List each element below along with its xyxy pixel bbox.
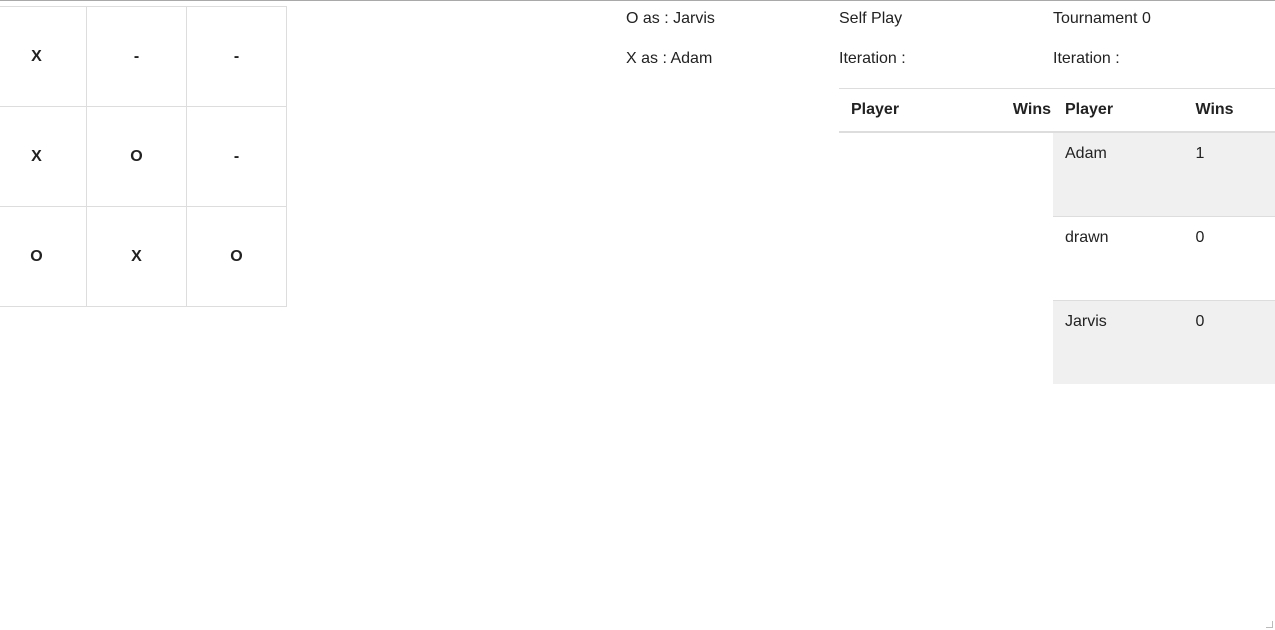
- board-cell[interactable]: O: [86, 106, 187, 207]
- self-play-title: Self Play: [839, 10, 903, 27]
- page: X - - X O - O X O O as : Jarvis X as : A…: [0, 0, 1275, 630]
- table-header-row: Player Wins: [1053, 88, 1275, 133]
- board-cell[interactable]: -: [186, 106, 287, 207]
- wins-cell: 1: [1147, 132, 1275, 216]
- board-cell[interactable]: O: [186, 206, 287, 307]
- table-row: drawn 0: [1053, 215, 1275, 300]
- board-row: X - -: [0, 6, 287, 107]
- self-play-iteration-label: Iteration :: [839, 50, 906, 67]
- tournament-title: Tournament 0: [1053, 10, 1151, 27]
- board-cell[interactable]: -: [86, 6, 187, 107]
- board-row: X O -: [0, 106, 287, 207]
- player-cell: Jarvis: [1053, 299, 1148, 384]
- wins-cell: 0: [1147, 299, 1275, 384]
- o-player-label: O as : Jarvis: [626, 10, 715, 27]
- board-cell[interactable]: X: [86, 206, 187, 307]
- table-row: Jarvis 0: [1053, 299, 1275, 384]
- board-cell[interactable]: O: [0, 206, 87, 307]
- board-cell[interactable]: X: [0, 106, 87, 207]
- wins-column-header: Wins: [967, 88, 1053, 133]
- resize-grip-icon[interactable]: [1266, 621, 1273, 628]
- player-column-header: Player: [1053, 88, 1148, 133]
- player-cell: drawn: [1053, 215, 1148, 300]
- board-cell[interactable]: X: [0, 6, 87, 107]
- wins-column-header: Wins: [1147, 88, 1275, 133]
- table-row: Adam 1: [1053, 132, 1275, 216]
- tournament-table: Player Wins Adam 1 drawn 0 Jarvis 0: [1053, 88, 1275, 384]
- player-column-header: Player: [839, 88, 968, 133]
- tournament-iteration-label: Iteration :: [1053, 50, 1120, 67]
- board-row: O X O: [0, 206, 287, 307]
- wins-cell: 0: [1147, 215, 1275, 300]
- board-cell[interactable]: -: [186, 6, 287, 107]
- player-cell: Adam: [1053, 132, 1148, 216]
- table-header-row: Player Wins: [839, 88, 1053, 133]
- self-play-table: Player Wins: [839, 88, 1053, 133]
- tic-tac-toe-board: X - - X O - O X O: [0, 6, 287, 307]
- x-player-label: X as : Adam: [626, 50, 713, 67]
